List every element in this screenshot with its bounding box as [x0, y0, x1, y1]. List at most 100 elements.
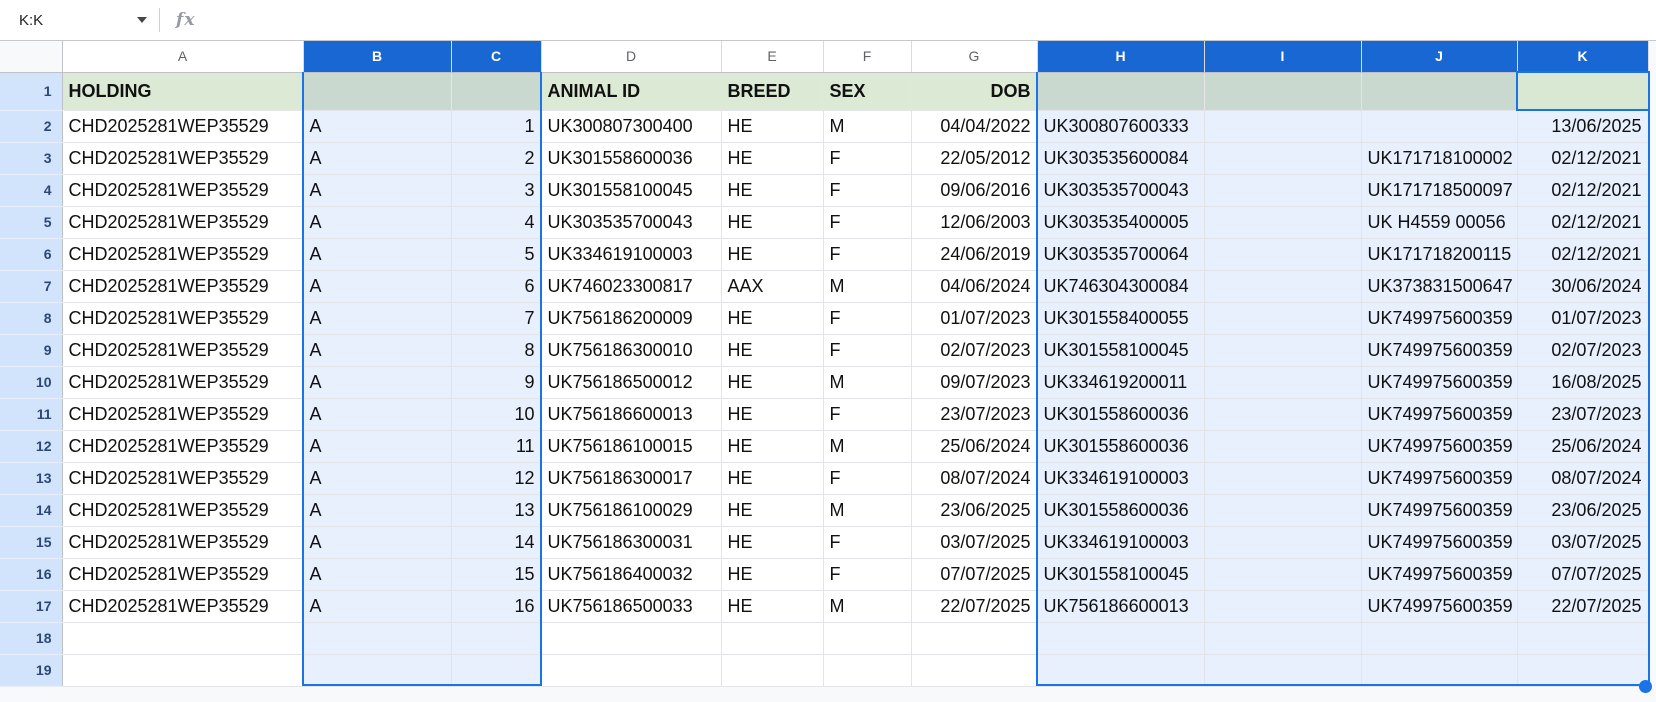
cell-B9[interactable]: A: [303, 334, 452, 367]
cell-H7[interactable]: UK746304300084: [1037, 270, 1205, 303]
cell-I5[interactable]: [1204, 206, 1362, 239]
cell-G3[interactable]: 22/05/2012: [911, 142, 1038, 175]
cell-J6[interactable]: UK171718200115: [1361, 238, 1518, 271]
cell-E19[interactable]: [721, 654, 824, 687]
row-header-13[interactable]: 13: [0, 462, 63, 495]
cell-H15[interactable]: UK334619100003: [1037, 526, 1205, 559]
row-header-7[interactable]: 7: [0, 270, 63, 303]
fill-handle[interactable]: [1639, 680, 1652, 693]
cell-E12[interactable]: HE: [721, 430, 824, 463]
cell-A14[interactable]: CHD2025281WEP35529: [62, 494, 304, 527]
cell-H2[interactable]: UK300807600333: [1037, 110, 1205, 143]
cell-K5[interactable]: 02/12/2021: [1517, 206, 1649, 239]
cell-F14[interactable]: M: [823, 494, 912, 527]
cell-A18[interactable]: [62, 622, 304, 655]
cell-K13[interactable]: 08/07/2024: [1517, 462, 1649, 495]
cell-D6[interactable]: UK334619100003: [541, 238, 722, 271]
cell-G10[interactable]: 09/07/2023: [911, 366, 1038, 399]
cell-K15[interactable]: 03/07/2025: [1517, 526, 1649, 559]
cell-F9[interactable]: F: [823, 334, 912, 367]
cell-D14[interactable]: UK756186100029: [541, 494, 722, 527]
cell-F13[interactable]: F: [823, 462, 912, 495]
cell-D18[interactable]: [541, 622, 722, 655]
cell-B6[interactable]: A: [303, 238, 452, 271]
cell-J5[interactable]: UK H4559 00056: [1361, 206, 1518, 239]
cell-G5[interactable]: 12/06/2003: [911, 206, 1038, 239]
cell-A12[interactable]: CHD2025281WEP35529: [62, 430, 304, 463]
cell-E2[interactable]: HE: [721, 110, 824, 143]
cell-D11[interactable]: UK756186600013: [541, 398, 722, 431]
cell-I19[interactable]: [1204, 654, 1362, 687]
cell-F5[interactable]: F: [823, 206, 912, 239]
cell-A15[interactable]: CHD2025281WEP35529: [62, 526, 304, 559]
cell-J1[interactable]: [1361, 72, 1518, 111]
cell-G19[interactable]: [911, 654, 1038, 687]
cell-B12[interactable]: A: [303, 430, 452, 463]
cell-K17[interactable]: 22/07/2025: [1517, 590, 1649, 623]
cell-G4[interactable]: 09/06/2016: [911, 174, 1038, 207]
cell-A5[interactable]: CHD2025281WEP35529: [62, 206, 304, 239]
cell-K1[interactable]: [1517, 72, 1649, 111]
row-header-12[interactable]: 12: [0, 430, 63, 463]
cell-E8[interactable]: HE: [721, 302, 824, 335]
cell-H16[interactable]: UK301558100045: [1037, 558, 1205, 591]
cell-C7[interactable]: 6: [451, 270, 542, 303]
cell-B15[interactable]: A: [303, 526, 452, 559]
cell-G11[interactable]: 23/07/2023: [911, 398, 1038, 431]
row-header-17[interactable]: 17: [0, 590, 63, 623]
cell-C15[interactable]: 14: [451, 526, 542, 559]
cell-D10[interactable]: UK756186500012: [541, 366, 722, 399]
cell-F16[interactable]: F: [823, 558, 912, 591]
cell-E4[interactable]: HE: [721, 174, 824, 207]
cell-B7[interactable]: A: [303, 270, 452, 303]
cell-I7[interactable]: [1204, 270, 1362, 303]
cell-I4[interactable]: [1204, 174, 1362, 207]
cell-B3[interactable]: A: [303, 142, 452, 175]
cell-C1[interactable]: [451, 72, 542, 111]
cell-K10[interactable]: 16/08/2025: [1517, 366, 1649, 399]
cell-J9[interactable]: UK749975600359: [1361, 334, 1518, 367]
cell-G8[interactable]: 01/07/2023: [911, 302, 1038, 335]
cell-H5[interactable]: UK303535400005: [1037, 206, 1205, 239]
cell-D9[interactable]: UK756186300010: [541, 334, 722, 367]
cell-I11[interactable]: [1204, 398, 1362, 431]
cell-A9[interactable]: CHD2025281WEP35529: [62, 334, 304, 367]
cell-B16[interactable]: A: [303, 558, 452, 591]
cell-J10[interactable]: UK749975600359: [1361, 366, 1518, 399]
cell-E10[interactable]: HE: [721, 366, 824, 399]
cell-J17[interactable]: UK749975600359: [1361, 590, 1518, 623]
cell-F15[interactable]: F: [823, 526, 912, 559]
cell-I12[interactable]: [1204, 430, 1362, 463]
cell-K8[interactable]: 01/07/2023: [1517, 302, 1649, 335]
cell-I2[interactable]: [1204, 110, 1362, 143]
column-header-E[interactable]: E: [721, 41, 824, 73]
column-header-D[interactable]: D: [541, 41, 722, 73]
cell-C11[interactable]: 10: [451, 398, 542, 431]
cell-E13[interactable]: HE: [721, 462, 824, 495]
cell-J2[interactable]: [1361, 110, 1518, 143]
cell-H13[interactable]: UK334619100003: [1037, 462, 1205, 495]
cell-E1[interactable]: BREED: [721, 72, 824, 111]
cell-F6[interactable]: F: [823, 238, 912, 271]
cell-C19[interactable]: [451, 654, 542, 687]
cell-J8[interactable]: UK749975600359: [1361, 302, 1518, 335]
cell-D13[interactable]: UK756186300017: [541, 462, 722, 495]
cell-I17[interactable]: [1204, 590, 1362, 623]
select-all-corner[interactable]: [0, 41, 63, 73]
cell-K2[interactable]: 13/06/2025: [1517, 110, 1649, 143]
cell-J12[interactable]: UK749975600359: [1361, 430, 1518, 463]
cell-A4[interactable]: CHD2025281WEP35529: [62, 174, 304, 207]
cell-D15[interactable]: UK756186300031: [541, 526, 722, 559]
cell-G12[interactable]: 25/06/2024: [911, 430, 1038, 463]
cell-F1[interactable]: SEX: [823, 72, 912, 111]
cell-F11[interactable]: F: [823, 398, 912, 431]
cell-K3[interactable]: 02/12/2021: [1517, 142, 1649, 175]
row-header-6[interactable]: 6: [0, 238, 63, 271]
cell-J18[interactable]: [1361, 622, 1518, 655]
cell-C9[interactable]: 8: [451, 334, 542, 367]
cell-K9[interactable]: 02/07/2023: [1517, 334, 1649, 367]
cell-F18[interactable]: [823, 622, 912, 655]
cell-J19[interactable]: [1361, 654, 1518, 687]
cell-I10[interactable]: [1204, 366, 1362, 399]
cell-I18[interactable]: [1204, 622, 1362, 655]
